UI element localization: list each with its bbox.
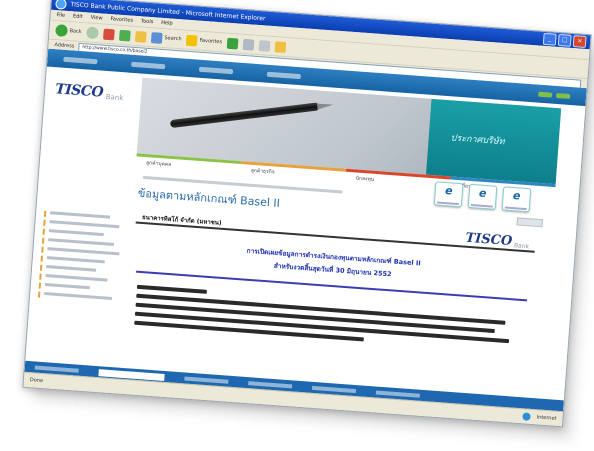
favorites-button[interactable]: Favorites [186, 34, 222, 48]
back-arrow-icon [55, 24, 68, 37]
home-icon [135, 30, 147, 43]
search-icon [151, 31, 163, 44]
footer-link[interactable] [184, 376, 229, 384]
security-zone: Internet [536, 414, 557, 422]
web-page: TISCO Bank ประกาศบริษัท ลูกค้าบุคคล ลูกค… [24, 48, 587, 413]
e-service-icon: e [512, 189, 521, 203]
menu-favorites[interactable]: Favorites [110, 16, 133, 24]
language-button[interactable] [538, 91, 553, 98]
forward-button[interactable] [86, 26, 100, 40]
logo-text: TISCO [54, 81, 104, 101]
refresh-icon [119, 29, 131, 42]
favorites-label: Favorites [199, 37, 223, 46]
footer-link[interactable] [311, 385, 357, 394]
document-company-name: ธนาคารทิสโก้ จำกัด (มหาชน) [141, 213, 222, 227]
search-label: Search [164, 35, 182, 43]
document-logo-text: TISCO [464, 230, 513, 250]
browser-window: TISCO Bank Public Company Limited - Micr… [22, 0, 592, 428]
home-button[interactable] [135, 30, 147, 43]
print-button[interactable] [258, 39, 271, 52]
menu-tools[interactable]: Tools [141, 18, 154, 25]
document-panel: ธนาคารทิสโก้ จำกัด (มหาชน) TISCO Bank กา… [125, 203, 537, 393]
screenshot-stage: TISCO Bank Public Company Limited - Micr… [0, 0, 594, 451]
printer-icon [258, 39, 271, 52]
print-page-button[interactable] [516, 217, 544, 228]
menu-view[interactable]: View [90, 15, 102, 22]
mail-icon [242, 38, 255, 51]
document-logo: TISCO Bank [465, 231, 530, 251]
stop-button[interactable] [103, 28, 115, 40]
footer-link[interactable] [34, 365, 79, 373]
left-sidebar [37, 209, 125, 306]
top-nav-item[interactable] [63, 56, 98, 64]
globe-icon [522, 412, 531, 421]
top-nav-right [538, 91, 571, 99]
forward-arrow-icon [86, 26, 100, 40]
e-service-icon: e [444, 184, 454, 198]
document-logo-subtext: Bank [513, 242, 530, 251]
mail-button[interactable] [242, 38, 255, 51]
history-button[interactable] [226, 37, 239, 49]
internet-explorer-icon [55, 0, 67, 10]
menu-edit[interactable]: Edit [73, 13, 83, 20]
quick-link-3[interactable]: e [501, 186, 532, 213]
maximize-button[interactable]: □ [557, 33, 572, 47]
menu-file[interactable]: File [56, 12, 65, 19]
quick-link-2[interactable]: e [467, 183, 498, 210]
quick-link-1[interactable]: e [433, 181, 464, 208]
star-icon [186, 34, 198, 47]
back-button[interactable]: Back [55, 24, 82, 38]
refresh-button[interactable] [119, 29, 131, 42]
history-icon [226, 37, 239, 49]
e-service-icon: e [478, 186, 487, 201]
back-label: Back [69, 28, 82, 36]
top-nav-item[interactable] [198, 66, 234, 74]
login-button[interactable] [555, 92, 571, 99]
logo-subtext: Bank [105, 92, 124, 103]
banner-teal-panel: ประกาศบริษัท [425, 98, 562, 185]
body-text-line [136, 284, 207, 294]
search-button[interactable]: Search [151, 31, 182, 45]
folder-button[interactable] [274, 40, 287, 53]
banner-title: ประกาศบริษัท [450, 133, 505, 148]
footer-link[interactable] [375, 390, 420, 398]
menu-help[interactable]: Help [161, 20, 173, 27]
minimize-button[interactable]: _ [542, 32, 557, 46]
top-nav-item[interactable] [266, 71, 302, 79]
footer-link[interactable] [248, 381, 293, 389]
site-logo[interactable]: TISCO Bank [55, 81, 125, 102]
folder-icon [274, 40, 287, 53]
pen-image [169, 102, 320, 129]
close-button[interactable]: × [572, 35, 587, 48]
stop-icon [103, 28, 115, 40]
top-nav-item[interactable] [131, 61, 166, 69]
